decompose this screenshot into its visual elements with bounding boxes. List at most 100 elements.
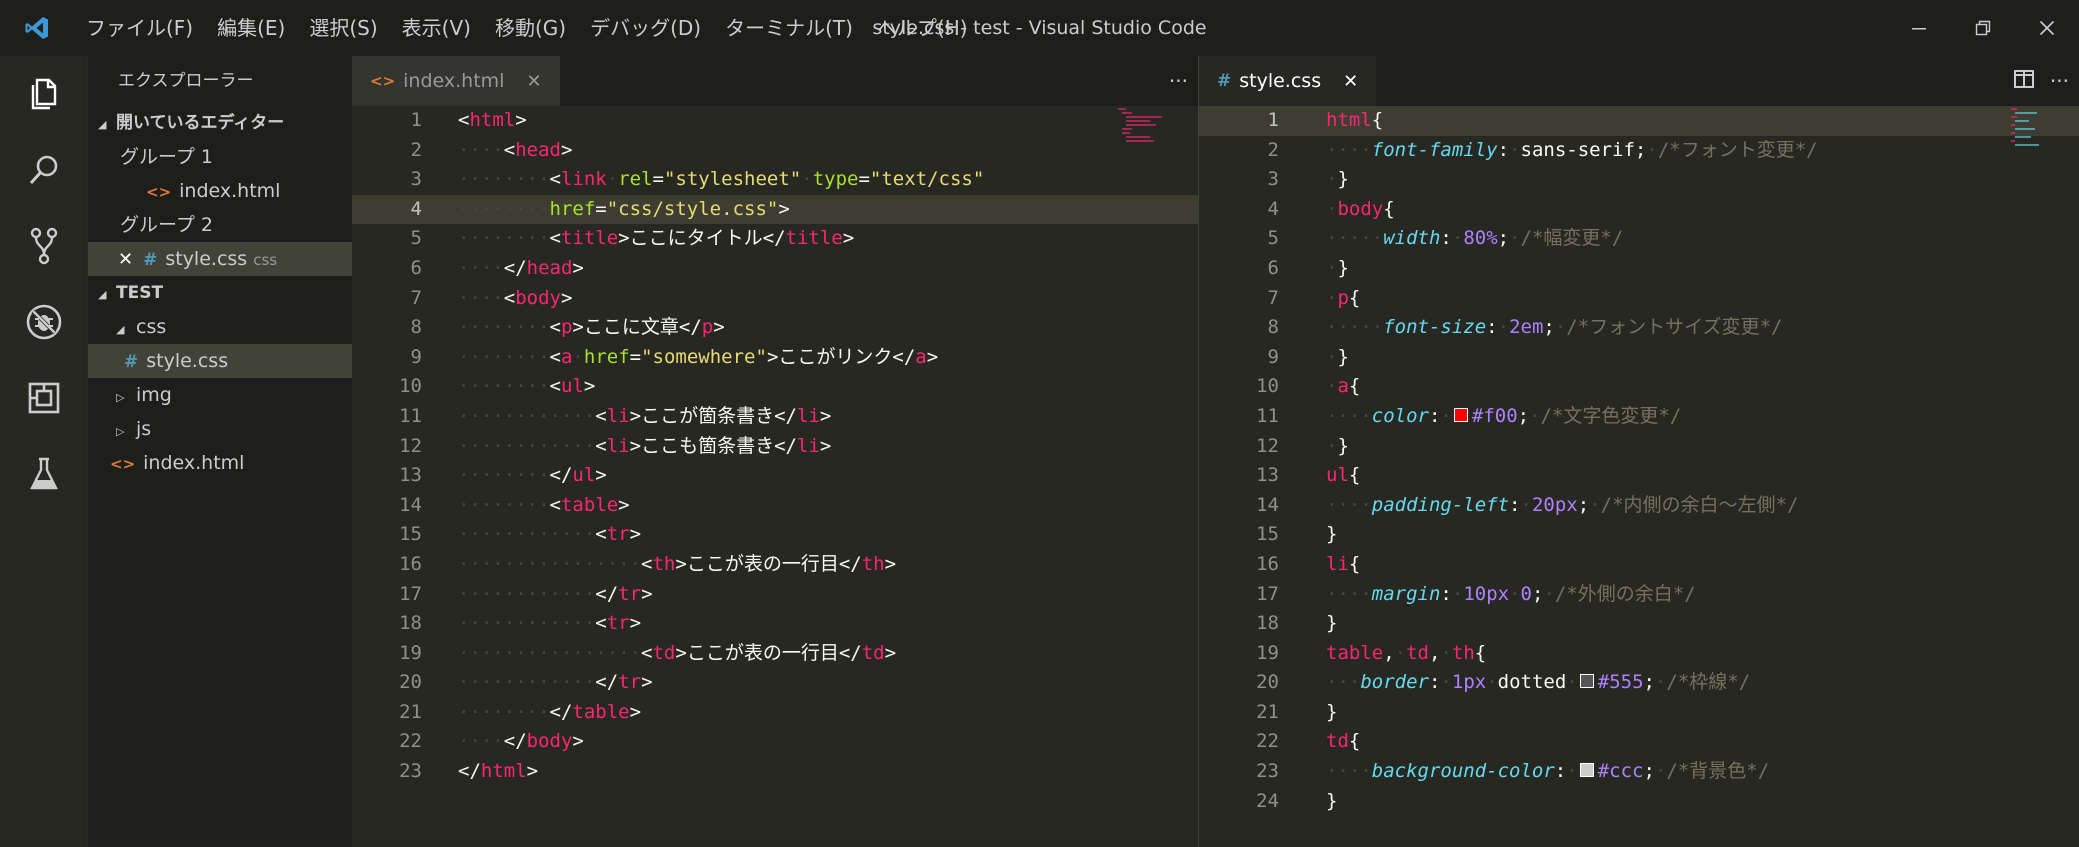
code-editor[interactable]: 1 <html> 2 ····<head> 3 ········<link·rel="st… xyxy=(352,106,1198,847)
code-line[interactable]: 20 ···border:·1px·dotted· #555;·/*枠線*/ xyxy=(1199,668,2079,698)
tree-folder-js[interactable]: ▷ js xyxy=(88,412,352,446)
extensions-icon[interactable] xyxy=(0,360,88,436)
whitespace-marker: ···· xyxy=(458,256,504,279)
code-line[interactable]: 12 ············<li>ここも箇条書き</li> xyxy=(352,432,1198,462)
code-line[interactable]: 2 ····font-family:·sans-serif;·/*フォント変更*/ xyxy=(1199,136,2079,166)
code-line[interactable]: 21} xyxy=(1199,698,2079,728)
test-flask-icon[interactable] xyxy=(0,436,88,512)
code-line[interactable]: 14 ····padding-left:·20px;·/*内側の余白～左側*/ xyxy=(1199,491,2079,521)
debug-icon[interactable] xyxy=(0,284,88,360)
color-swatch-icon[interactable] xyxy=(1579,674,1594,689)
explorer-icon[interactable] xyxy=(0,56,88,132)
code-line[interactable]: 14 ········<table> xyxy=(352,491,1198,521)
code-line[interactable]: 5 ········<title>ここにタイトル</title> xyxy=(352,224,1198,254)
code-line[interactable]: 6 ·} xyxy=(1199,254,2079,284)
project-header[interactable]: ◢ TEST xyxy=(88,276,352,310)
code-line[interactable]: 15 ············<tr> xyxy=(352,520,1198,550)
close-editor-icon[interactable]: ✕ xyxy=(118,249,133,270)
code-line[interactable]: 7 ····<body> xyxy=(352,284,1198,314)
code-line[interactable]: 24} xyxy=(1199,787,2079,817)
whitespace-marker: · xyxy=(606,168,619,191)
code-line[interactable]: 7 ·p{ xyxy=(1199,284,2079,314)
open-editor-style-css[interactable]: ✕ # style.css css xyxy=(88,242,352,276)
code-token: </ xyxy=(678,316,702,339)
code-token: } xyxy=(1337,256,1349,279)
open-editor-index-html[interactable]: <> index.html xyxy=(88,174,352,208)
close-icon[interactable]: ✕ xyxy=(526,71,541,92)
source-control-icon[interactable] xyxy=(0,208,88,284)
code-line[interactable]: 10 ·a{ xyxy=(1199,372,2079,402)
code-line[interactable]: 22 ····</body> xyxy=(352,727,1198,757)
code-token: ; xyxy=(1517,404,1530,427)
code-line[interactable]: 17 ············</tr> xyxy=(352,580,1198,610)
code-line[interactable]: 16 ················<th>ここが表の一行目</th> xyxy=(352,550,1198,580)
code-line[interactable]: 4 ·body{ xyxy=(1199,195,2079,225)
code-editor[interactable]: 1 html{2 ····font-family:·sans-serif;·/*フォ… xyxy=(1199,106,2079,847)
more-actions-icon[interactable]: ··· xyxy=(2050,69,2069,93)
restore-icon[interactable] xyxy=(1951,0,2015,56)
close-icon[interactable]: ✕ xyxy=(1343,71,1358,92)
code-line[interactable]: 15} xyxy=(1199,520,2079,550)
tree-file-style-css[interactable]: # style.css xyxy=(88,344,352,378)
whitespace-marker: · xyxy=(1326,375,1338,398)
code-line[interactable]: 23 </html> xyxy=(352,757,1198,787)
minimize-icon[interactable] xyxy=(1887,0,1951,56)
code-line[interactable]: 11 ············<li>ここが箇条書き</li> xyxy=(352,402,1198,432)
code-token: : xyxy=(1554,760,1567,783)
code-line[interactable]: 3 ·} xyxy=(1199,165,2079,195)
code-line[interactable]: 1 <html> xyxy=(352,106,1198,136)
tree-folder-img[interactable]: ▷ img xyxy=(88,378,352,412)
menu-item[interactable]: 編集(E) xyxy=(205,0,297,56)
color-swatch-icon[interactable] xyxy=(1453,407,1468,422)
split-editor-icon[interactable] xyxy=(2013,69,2034,93)
code-line[interactable]: 21 ········</table> xyxy=(352,698,1198,728)
code-line[interactable]: 10 ········<ul> xyxy=(352,372,1198,402)
menu-item[interactable]: ファイル(F) xyxy=(74,0,205,56)
code-line[interactable]: 8 ········<p>ここに文章</p> xyxy=(352,313,1198,343)
tree-folder-css[interactable]: ◢ css xyxy=(88,310,352,344)
code-line[interactable]: 18 ············<tr> xyxy=(352,609,1198,639)
whitespace-marker: · xyxy=(1326,434,1338,457)
open-editors-header[interactable]: ◢ 開いているエディター xyxy=(88,106,352,140)
code-line[interactable]: 6 ····</head> xyxy=(352,254,1198,284)
menu-item[interactable]: 移動(G) xyxy=(483,0,578,56)
minimap[interactable] xyxy=(2011,106,2071,206)
code-line[interactable]: 22 td{ xyxy=(1199,727,2079,757)
code-line[interactable]: 9 ·} xyxy=(1199,343,2079,373)
code-line[interactable]: 9 ········<a·href="somewhere">ここがリンク</a> xyxy=(352,343,1198,373)
tab-style-css[interactable]: # style.css ✕ xyxy=(1199,56,1377,106)
code-line[interactable]: 3 ········<link·rel="stylesheet"·type="te… xyxy=(352,165,1198,195)
code-line[interactable]: 17 ····margin:·10px·0;·/*外側の余白*/ xyxy=(1199,580,2079,610)
code-line[interactable]: 16 li{ xyxy=(1199,550,2079,580)
code-token: ; xyxy=(1643,760,1655,783)
code-line[interactable]: 5 ·····width:·80%;·/*幅変更*/ xyxy=(1199,224,2079,254)
menu-item[interactable]: デバッグ(D) xyxy=(578,0,713,56)
more-actions-icon[interactable]: ··· xyxy=(1169,56,1188,106)
code-line[interactable]: 12 ·} xyxy=(1199,432,2079,462)
tab-index-html[interactable]: <> index.html ✕ xyxy=(352,56,560,106)
close-window-icon[interactable] xyxy=(2015,0,2079,56)
code-line[interactable]: 23 ····background-color:· #ccc;·/*背景色*/ xyxy=(1199,757,2079,787)
code-line[interactable]: 4 ········href="css/style.css"> xyxy=(352,194,1198,225)
code-line[interactable]: 11 ····color:· #f00;·/*文字色変更*/ xyxy=(1199,402,2079,432)
minimap[interactable] xyxy=(1118,106,1178,206)
code-line[interactable]: 13 ········</ul> xyxy=(352,461,1198,491)
tree-file-index-html[interactable]: <> index.html xyxy=(88,446,352,480)
code-line[interactable]: 2 ····<head> xyxy=(352,136,1198,166)
code-line[interactable]: 19 table,·td,·th{ xyxy=(1199,639,2079,669)
menu-item[interactable]: ターミナル(T) xyxy=(713,0,865,56)
line-number: 17 xyxy=(1256,582,1279,605)
line-number: 5 xyxy=(1267,227,1279,250)
color-swatch-icon[interactable] xyxy=(1579,763,1594,778)
search-icon[interactable] xyxy=(0,132,88,208)
code-line[interactable]: 20 ············</tr> xyxy=(352,668,1198,698)
menu-item[interactable]: 選択(S) xyxy=(297,0,389,56)
menu-item[interactable]: ヘルプ(H) xyxy=(865,0,980,56)
menu-item[interactable]: 表示(V) xyxy=(390,0,483,56)
code-line[interactable]: 19 ················<td>ここが表の一行目</td> xyxy=(352,639,1198,669)
code-token: ここがリンク xyxy=(778,345,893,368)
code-line[interactable]: 8 ·····font-size:·2em;·/*フォントサイズ変更*/ xyxy=(1199,313,2079,343)
code-line[interactable]: 13 ul{ xyxy=(1199,461,2079,491)
code-line[interactable]: 18} xyxy=(1199,609,2079,639)
code-line[interactable]: 1 html{ xyxy=(1199,106,2079,136)
